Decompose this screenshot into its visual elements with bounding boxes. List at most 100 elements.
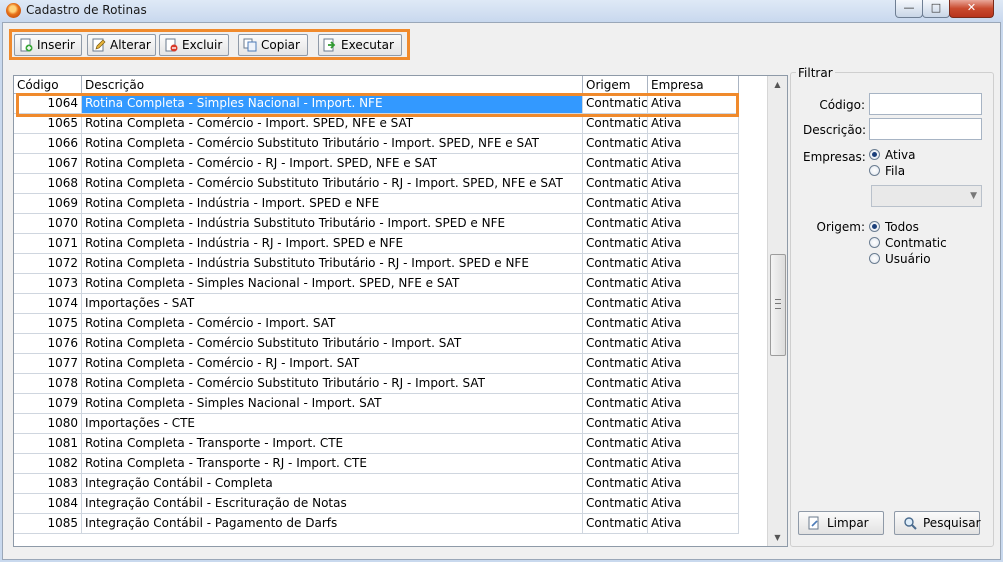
table-row[interactable]: 1080 Importações - CTE Contmatic Ativa: [14, 414, 739, 434]
cell-origin[interactable]: Contmatic: [583, 414, 648, 433]
origin-radio-contmatic[interactable]: Contmatic: [869, 236, 947, 250]
cell-description[interactable]: Rotina Completa - Transporte - RJ - Impo…: [82, 454, 583, 473]
code-field[interactable]: [869, 93, 982, 115]
cell-origin[interactable]: Contmatic: [583, 174, 648, 193]
cell-code[interactable]: 1081: [14, 434, 82, 453]
cell-company[interactable]: Ativa: [648, 114, 739, 133]
search-button[interactable]: Pesquisar: [894, 511, 981, 535]
cell-description[interactable]: Integração Contábil - Completa: [82, 474, 583, 493]
cell-company[interactable]: Ativa: [648, 154, 739, 173]
cell-origin[interactable]: Contmatic: [583, 434, 648, 453]
scrollbar-thumb[interactable]: [770, 254, 786, 356]
cell-description[interactable]: Rotina Completa - Simples Nacional - Imp…: [82, 394, 583, 413]
cell-code[interactable]: 1070: [14, 214, 82, 233]
cell-code[interactable]: 1073: [14, 274, 82, 293]
cell-code[interactable]: 1071: [14, 234, 82, 253]
companies-radio-active[interactable]: Ativa: [869, 148, 916, 162]
table-row[interactable]: 1081 Rotina Completa - Transporte - Impor…: [14, 434, 739, 454]
cell-origin[interactable]: Contmatic: [583, 374, 648, 393]
table-row[interactable]: 1078 Rotina Completa - Comércio Substitut…: [14, 374, 739, 394]
cell-origin[interactable]: Contmatic: [583, 314, 648, 333]
cell-origin[interactable]: Contmatic: [583, 234, 648, 253]
cell-code[interactable]: 1067: [14, 154, 82, 173]
column-header-origin[interactable]: Origem: [583, 76, 648, 94]
table-row[interactable]: 1067 Rotina Completa - Comércio - RJ - Im…: [14, 154, 739, 174]
table-row[interactable]: 1066 Rotina Completa - Comércio Substitut…: [14, 134, 739, 154]
cell-company[interactable]: Ativa: [648, 214, 739, 233]
cell-company[interactable]: Ativa: [648, 514, 739, 533]
cell-origin[interactable]: Contmatic: [583, 134, 648, 153]
cell-code[interactable]: 1066: [14, 134, 82, 153]
copy-button[interactable]: Copiar: [238, 34, 308, 56]
cell-code[interactable]: 1072: [14, 254, 82, 273]
cell-origin[interactable]: Contmatic: [583, 274, 648, 293]
companies-radio-queue[interactable]: Fila: [869, 164, 905, 178]
cell-description[interactable]: Rotina Completa - Simples Nacional - Imp…: [82, 274, 583, 293]
cell-description[interactable]: Rotina Completa - Indústria Substituto T…: [82, 254, 583, 273]
cell-company[interactable]: Ativa: [648, 314, 739, 333]
cell-code[interactable]: 1083: [14, 474, 82, 493]
close-button[interactable]: ✕: [949, 0, 994, 18]
company-select[interactable]: ▼: [871, 185, 982, 207]
table-row[interactable]: 1076 Rotina Completa - Comércio Substitut…: [14, 334, 739, 354]
cell-description[interactable]: Integração Contábil - Pagamento de Darfs: [82, 514, 583, 533]
table-row[interactable]: 1079 Rotina Completa - Simples Nacional -…: [14, 394, 739, 414]
cell-origin[interactable]: Contmatic: [583, 254, 648, 273]
cell-company[interactable]: Ativa: [648, 174, 739, 193]
table-row[interactable]: 1084 Integração Contábil - Escrituração d…: [14, 494, 739, 514]
cell-code[interactable]: 1078: [14, 374, 82, 393]
clear-button[interactable]: Limpar: [798, 511, 884, 535]
cell-company[interactable]: Ativa: [648, 374, 739, 393]
table-row[interactable]: 1072 Rotina Completa - Indústria Substitu…: [14, 254, 739, 274]
table-row[interactable]: 1064 Rotina Completa - Simples Nacional -…: [14, 94, 739, 114]
table-row[interactable]: 1083 Integração Contábil - Completa Contma…: [14, 474, 739, 494]
table-row[interactable]: 1065 Rotina Completa - Comércio - Import.…: [14, 114, 739, 134]
cell-description[interactable]: Rotina Completa - Indústria Substituto T…: [82, 214, 583, 233]
table-row[interactable]: 1071 Rotina Completa - Indústria - RJ - I…: [14, 234, 739, 254]
cell-company[interactable]: Ativa: [648, 474, 739, 493]
cell-origin[interactable]: Contmatic: [583, 214, 648, 233]
cell-origin[interactable]: Contmatic: [583, 354, 648, 373]
cell-code[interactable]: 1082: [14, 454, 82, 473]
scroll-down-icon[interactable]: ▼: [768, 529, 787, 546]
execute-button[interactable]: Executar: [318, 34, 402, 56]
cell-description[interactable]: Rotina Completa - Comércio Substituto Tr…: [82, 134, 583, 153]
cell-code[interactable]: 1064: [14, 94, 82, 113]
cell-company[interactable]: Ativa: [648, 354, 739, 373]
table-row[interactable]: 1069 Rotina Completa - Indústria - Import…: [14, 194, 739, 214]
cell-description[interactable]: Rotina Completa - Indústria - Import. SP…: [82, 194, 583, 213]
cell-company[interactable]: Ativa: [648, 234, 739, 253]
column-header-code[interactable]: Código: [14, 76, 82, 94]
cell-company[interactable]: Ativa: [648, 274, 739, 293]
cell-description[interactable]: Rotina Completa - Comércio - Import. SPE…: [82, 114, 583, 133]
cell-origin[interactable]: Contmatic: [583, 294, 648, 313]
cell-description[interactable]: Rotina Completa - Transporte - Import. C…: [82, 434, 583, 453]
maximize-button[interactable]: □: [922, 0, 950, 18]
cell-company[interactable]: Ativa: [648, 194, 739, 213]
cell-description[interactable]: Rotina Completa - Comércio Substituto Tr…: [82, 374, 583, 393]
table-row[interactable]: 1074 Importações - SAT Contmatic Ativa: [14, 294, 739, 314]
cell-code[interactable]: 1068: [14, 174, 82, 193]
scroll-up-icon[interactable]: ▲: [768, 76, 787, 93]
column-header-company[interactable]: Empresa: [648, 76, 739, 94]
cell-origin[interactable]: Contmatic: [583, 494, 648, 513]
insert-button[interactable]: Inserir: [14, 34, 82, 56]
table-row[interactable]: 1082 Rotina Completa - Transporte - RJ - …: [14, 454, 739, 474]
origin-radio-user[interactable]: Usuário: [869, 252, 931, 266]
cell-description[interactable]: Rotina Completa - Simples Nacional - Imp…: [82, 94, 583, 113]
cell-description[interactable]: Rotina Completa - Comércio - Import. SAT: [82, 314, 583, 333]
edit-button[interactable]: Alterar: [87, 34, 156, 56]
cell-code[interactable]: 1085: [14, 514, 82, 533]
cell-description[interactable]: Rotina Completa - Indústria - RJ - Impor…: [82, 234, 583, 253]
origin-radio-all[interactable]: Todos: [869, 220, 919, 234]
cell-origin[interactable]: Contmatic: [583, 514, 648, 533]
cell-description[interactable]: Rotina Completa - Comércio Substituto Tr…: [82, 334, 583, 353]
cell-company[interactable]: Ativa: [648, 254, 739, 273]
column-header-description[interactable]: Descrição: [82, 76, 583, 94]
table-row[interactable]: 1077 Rotina Completa - Comércio - RJ - Im…: [14, 354, 739, 374]
cell-code[interactable]: 1076: [14, 334, 82, 353]
cell-origin[interactable]: Contmatic: [583, 454, 648, 473]
cell-company[interactable]: Ativa: [648, 294, 739, 313]
table-row[interactable]: 1073 Rotina Completa - Simples Nacional -…: [14, 274, 739, 294]
cell-company[interactable]: Ativa: [648, 494, 739, 513]
